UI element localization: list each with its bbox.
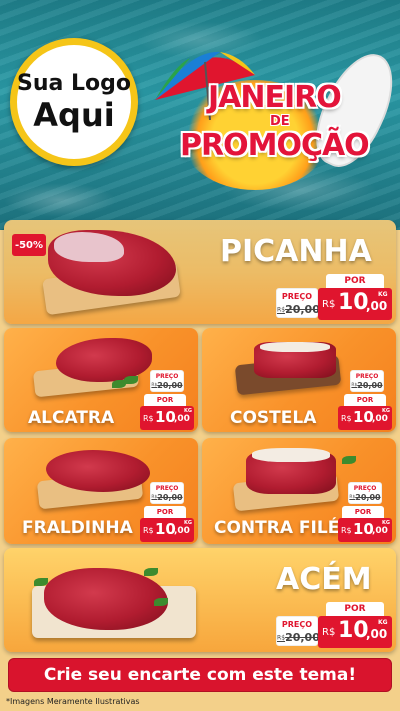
leaf [144,568,158,576]
product-name: COSTELA [230,408,317,428]
new-price-box: R$ 10 ,00 KG [338,406,392,430]
logo-line2: Aqui [33,96,115,134]
fat-layer [260,342,330,352]
logo-line1: Sua Logo [17,71,132,96]
por-label: POR [342,506,384,518]
new-price-box: R$ 10 ,00 KG [140,406,194,430]
old-price-label: PREÇO [355,373,379,380]
por-label: POR [326,274,384,288]
old-price-label: PREÇO [155,373,179,380]
por-label: POR [144,394,186,406]
product-card-contrafile[interactable]: CONTRA FILÉ PREÇO R$20,00 POR R$ 10 ,00 … [202,438,396,544]
old-price: R$20,00 [351,381,383,390]
create-flyer-button[interactable]: Crie seu encarte com este tema! [8,658,392,692]
product-card-costela[interactable]: COSTELA PREÇO R$20,00 POR R$ 10 ,00 KG [202,328,396,432]
old-price-box: PREÇO R$20,00 [276,288,320,318]
new-price-box: R$ 10 ,00 KG [140,518,194,542]
leaf [342,456,356,464]
old-price-label: PREÇO [353,485,377,492]
promo-title-line1: JANEIRO [208,80,342,115]
por-label: POR [326,602,384,616]
old-price: R$20,00 [277,303,320,316]
old-price: R$20,00 [277,631,320,644]
product-name: CONTRA FILÉ [214,518,340,538]
product-name: ALCATRA [28,408,115,428]
old-price-label: PREÇO [281,620,313,629]
new-price-box: R$ 10 ,00 KG [318,616,392,648]
product-card-acem[interactable]: ACÉM PREÇO R$20,00 POR R$ 10 ,00 KG [4,548,396,652]
leaf [112,380,126,388]
leaf [154,598,168,606]
new-price-box: R$ 10 ,00 KG [318,288,392,320]
old-price: R$20,00 [151,493,183,502]
por-label: POR [144,506,186,518]
product-card-alcatra[interactable]: ALCATRA PREÇO R$20,00 POR R$ 10 ,00 KG [4,328,198,432]
product-card-picanha[interactable]: -50% PICANHA PREÇO R$20,00 POR R$ 10 ,00… [4,220,396,324]
product-name: ACÉM [276,562,372,597]
discount-badge: -50% [12,234,46,256]
old-price-box: PREÇO R$20,00 [350,370,384,392]
promo-banner: JANEIRO DE PROMOÇÃO [150,30,400,200]
product-name: FRALDINHA [22,518,133,538]
promo-title-line3: PROMOÇÃO [180,128,370,163]
product-card-fraldinha[interactable]: FRALDINHA PREÇO R$20,00 POR R$ 10 ,00 KG [4,438,198,544]
old-price: R$20,00 [349,493,381,502]
old-price-label: PREÇO [155,485,179,492]
old-price-box: PREÇO R$20,00 [150,482,184,504]
old-price: R$20,00 [151,381,183,390]
old-price-box: PREÇO R$20,00 [150,370,184,392]
old-price-box: PREÇO R$20,00 [348,482,382,504]
new-price-box: R$ 10 ,00 KG [338,518,392,542]
old-price-box: PREÇO R$20,00 [276,616,320,646]
old-price-label: PREÇO [281,292,313,301]
logo-placeholder[interactable]: Sua Logo Aqui [10,38,138,166]
leaf [34,578,48,586]
leaf [124,376,138,384]
por-label: POR [344,394,386,406]
footnote: *Imagens Meramente Ilustrativas [6,697,140,706]
acem-image [44,568,168,630]
promo-title-line2: DE [270,114,290,129]
fat-layer [252,448,330,462]
product-name: PICANHA [220,234,372,269]
